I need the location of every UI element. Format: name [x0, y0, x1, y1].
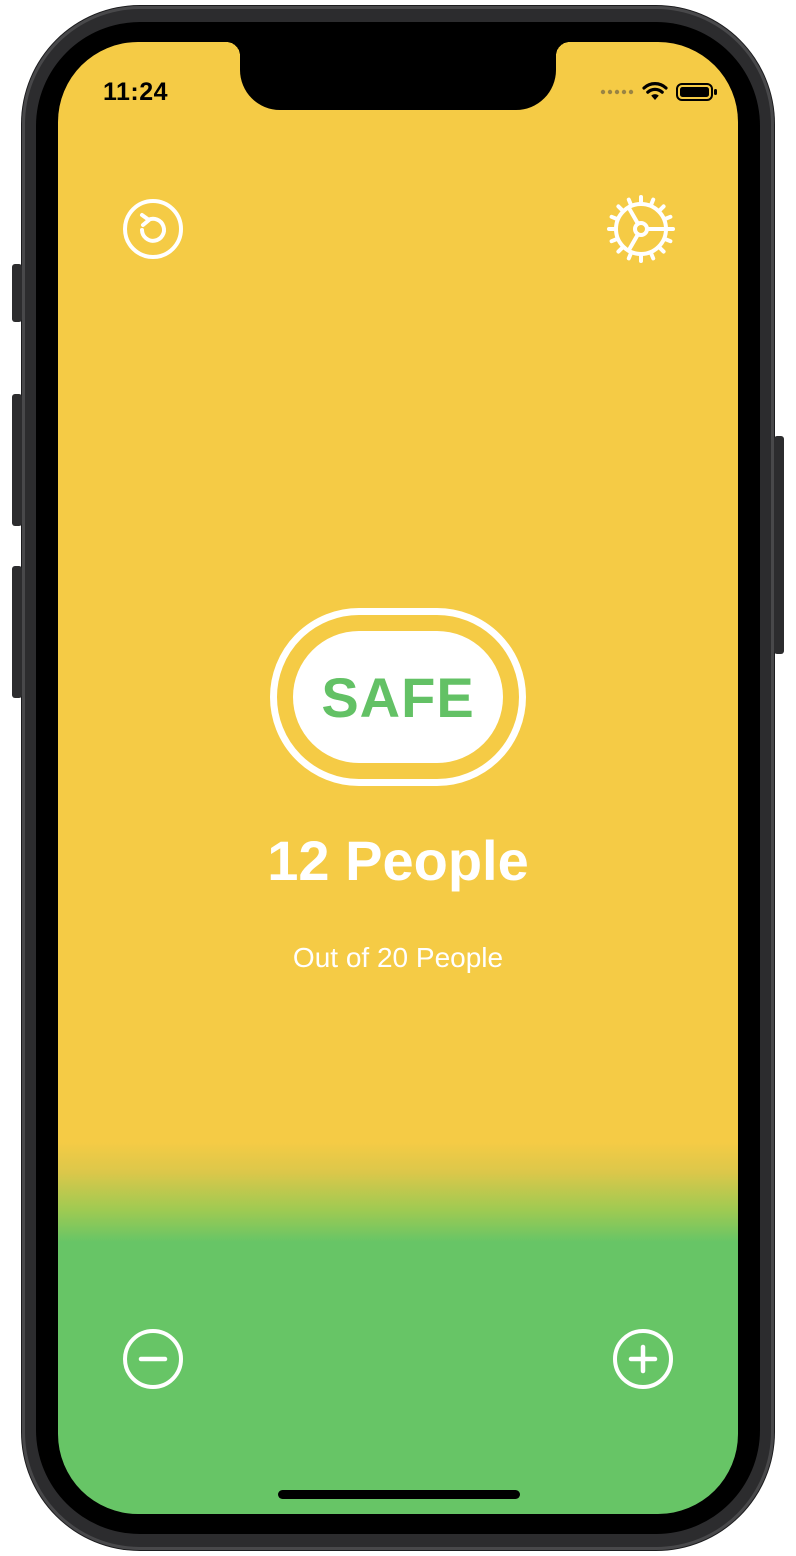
minus-circle-icon — [123, 1329, 183, 1389]
gear-icon — [607, 195, 675, 263]
settings-button[interactable] — [606, 194, 676, 267]
status-label: SAFE — [321, 665, 475, 729]
status-badge: SAFE — [270, 608, 526, 786]
capacity-text: Out of 20 People — [292, 942, 504, 973]
status-icons — [600, 80, 718, 104]
counterclockwise-arrow-circle-icon — [123, 199, 183, 259]
battery-icon — [676, 83, 717, 101]
people-count: 12 People — [267, 829, 529, 892]
plus-circle-icon — [613, 1329, 673, 1389]
notch — [226, 42, 570, 110]
volume-down-button — [12, 566, 22, 698]
app-screen: 11:24 SAFE 12 People Out of 20 People — [58, 42, 738, 1514]
wifi-icon — [642, 82, 668, 100]
reset-button[interactable] — [122, 198, 184, 263]
status-badge-inner: SAFE — [293, 631, 503, 763]
decrement-button[interactable] — [122, 1328, 184, 1393]
volume-up-button — [12, 394, 22, 526]
home-indicator[interactable] — [278, 1490, 520, 1499]
increment-button[interactable] — [612, 1328, 674, 1393]
status-time: 11:24 — [103, 78, 169, 106]
power-button — [774, 436, 784, 654]
cellular-dots-icon — [600, 89, 634, 95]
mute-switch — [12, 264, 22, 322]
